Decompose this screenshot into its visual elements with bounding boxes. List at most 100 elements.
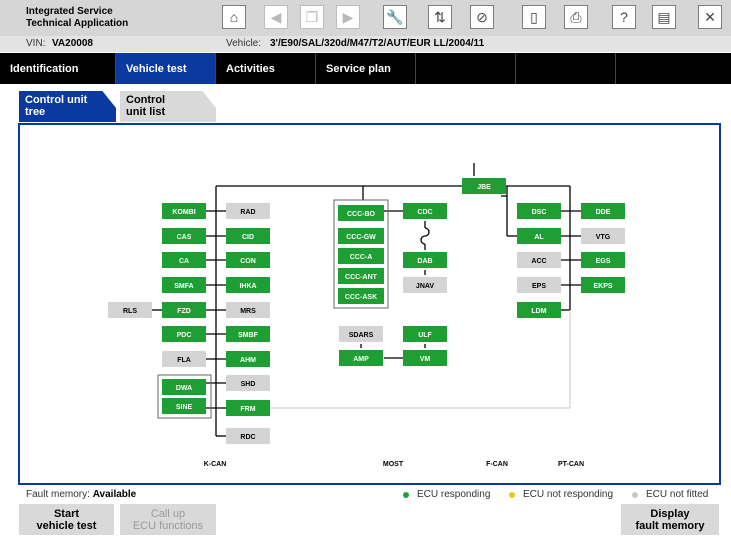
ecu-jnav[interactable]: JNAV [403,277,447,293]
ecu-fla[interactable]: FLA [162,351,206,367]
svg-text:FLA: FLA [177,357,191,364]
ecu-ahm[interactable]: AHM [226,351,270,367]
ecu-network-diagram: JBE KOMBI CAS CA SMFA FZD PDC FLA DWA SINE RLS RAD C… [108,163,625,468]
ecu-ulf[interactable]: ULF [403,326,447,342]
ecu-amp[interactable]: AMP [339,350,383,366]
ecu-dab[interactable]: DAB [403,252,447,268]
svg-text:CON: CON [240,258,256,265]
ecu-mrs[interactable]: MRS [226,302,270,318]
svg-text:CDC: CDC [417,209,432,216]
svg-text:SMBF: SMBF [238,332,259,339]
ecu-cas[interactable]: CAS [162,228,206,244]
ecu-sine[interactable]: SINE [162,398,206,414]
svg-text:AMP: AMP [353,356,369,363]
svg-text:DSC: DSC [532,209,547,216]
ecu-pdc[interactable]: PDC [162,326,206,342]
ecu-ccc-bo[interactable]: CCC-BO [338,205,384,221]
svg-text:FZD: FZD [177,308,191,315]
transfer-icon[interactable]: ⇅ [428,5,452,29]
svg-text:DWA: DWA [176,385,192,392]
ecu-acc[interactable]: ACC [517,252,561,268]
ecu-ccc-ant[interactable]: CCC-ANT [338,268,384,284]
ecu-jbe[interactable]: JBE [462,178,506,194]
ecu-egs[interactable]: EGS [581,252,625,268]
forward-icon[interactable]: ▶ [336,5,360,29]
help-icon[interactable]: ? [612,5,636,29]
tab-vehicle-test[interactable]: Vehicle test [116,53,216,84]
call-up-ecu-functions-button[interactable]: Call up ECU functions [120,504,216,535]
ecu-shd[interactable]: SHD [226,375,270,391]
ecu-frm[interactable]: FRM [226,400,270,416]
ecu-ekps[interactable]: EKPS [581,277,625,293]
ecu-ldm[interactable]: LDM [517,302,561,318]
tab-activities[interactable]: Activities [216,53,316,84]
ecu-fzd[interactable]: FZD [162,302,206,318]
print-icon[interactable]: ⎙ [564,5,588,29]
tab-identification[interactable]: Identification [0,53,116,84]
bus-labels: K-CAN MOST F-CAN PT-CAN [204,461,584,468]
bus-label-kcan: K-CAN [204,461,227,468]
legend-not-fitted-label: ECU not fitted [646,489,709,500]
ecu-cdc[interactable]: CDC [403,203,447,219]
ecu-ccc-gw[interactable]: CCC-GW [338,228,384,244]
ecu-al[interactable]: AL [517,228,561,244]
svg-text:RLS: RLS [123,308,137,315]
copy-icon[interactable]: ❐ [300,5,324,29]
tab-empty-2 [516,53,616,84]
svg-text:PDC: PDC [177,332,192,339]
close-icon[interactable]: ✕ [698,5,722,29]
ecu-cid[interactable]: CID [226,228,270,244]
ecu-smfa[interactable]: SMFA [162,277,206,293]
responding-dot-icon [403,491,409,498]
legend-not-fitted: ECU not fitted [632,489,708,500]
ecu-sdars[interactable]: SDARS [339,326,383,342]
ecu-ccc-ask[interactable]: CCC-ASK [338,288,384,304]
display-fault-memory-button[interactable]: Display fault memory [621,504,719,535]
ecu-ihka[interactable]: IHKA [226,277,270,293]
back-icon[interactable]: ◀ [264,5,288,29]
battery-icon[interactable]: ▯ [522,5,546,29]
svg-text:ULF: ULF [418,332,432,339]
svg-text:CCC-A: CCC-A [350,254,373,261]
app-title: Integrated Service Technical Application [26,6,129,29]
svg-text:VTG: VTG [596,234,611,241]
svg-text:VM: VM [420,356,431,363]
legend-not-responding: ECU not responding [509,489,613,500]
svg-text:CCC-BO: CCC-BO [347,211,376,218]
fault-memory-status: Fault memory: Available [26,489,136,500]
svg-text:EKPS: EKPS [593,283,612,290]
title-bar: Integrated Service Technical Application… [0,0,731,36]
wrench-icon[interactable]: 🔧 [383,5,407,29]
ecu-ccc-a[interactable]: CCC-A [338,248,384,264]
subtab-control-unit-tree[interactable]: Control unit tree [19,91,116,122]
start-vehicle-test-button[interactable]: Start vehicle test [19,504,114,535]
ecu-dsc[interactable]: DSC [517,203,561,219]
ecu-eps[interactable]: EPS [517,277,561,293]
svg-text:EGS: EGS [596,258,611,265]
ecu-dde[interactable]: DDE [581,203,625,219]
home-icon[interactable]: ⌂ [222,5,246,29]
no-connection-icon[interactable]: ⊘ [470,5,494,29]
ecu-rls[interactable]: RLS [108,302,152,318]
ecu-kombi[interactable]: KOMBI [162,203,206,219]
ecu-vm[interactable]: VM [403,350,447,366]
vin-value: VA20008 [52,38,93,49]
ecu-rad[interactable]: RAD [226,203,270,219]
ecu-rdc[interactable]: RDC [226,428,270,444]
ecu-con[interactable]: CON [226,252,270,268]
ecu-smbf[interactable]: SMBF [226,326,270,342]
minimize-icon[interactable]: ▤ [652,5,676,29]
subtab-control-unit-list[interactable]: Control unit list [120,91,216,122]
ecu-vtg[interactable]: VTG [581,228,625,244]
svg-text:LDM: LDM [531,308,546,315]
ecu-ca[interactable]: CA [162,252,206,268]
svg-text:CA: CA [179,258,189,265]
svg-text:JNAV: JNAV [416,283,434,290]
legend-not-responding-label: ECU not responding [523,489,614,500]
svg-text:JBE: JBE [477,184,491,191]
bus-label-fcan: F-CAN [486,461,508,468]
svg-text:EPS: EPS [532,283,546,290]
tab-service-plan[interactable]: Service plan [316,53,416,84]
ecu-dwa[interactable]: DWA [162,379,206,395]
svg-text:CCC-ASK: CCC-ASK [345,294,377,301]
